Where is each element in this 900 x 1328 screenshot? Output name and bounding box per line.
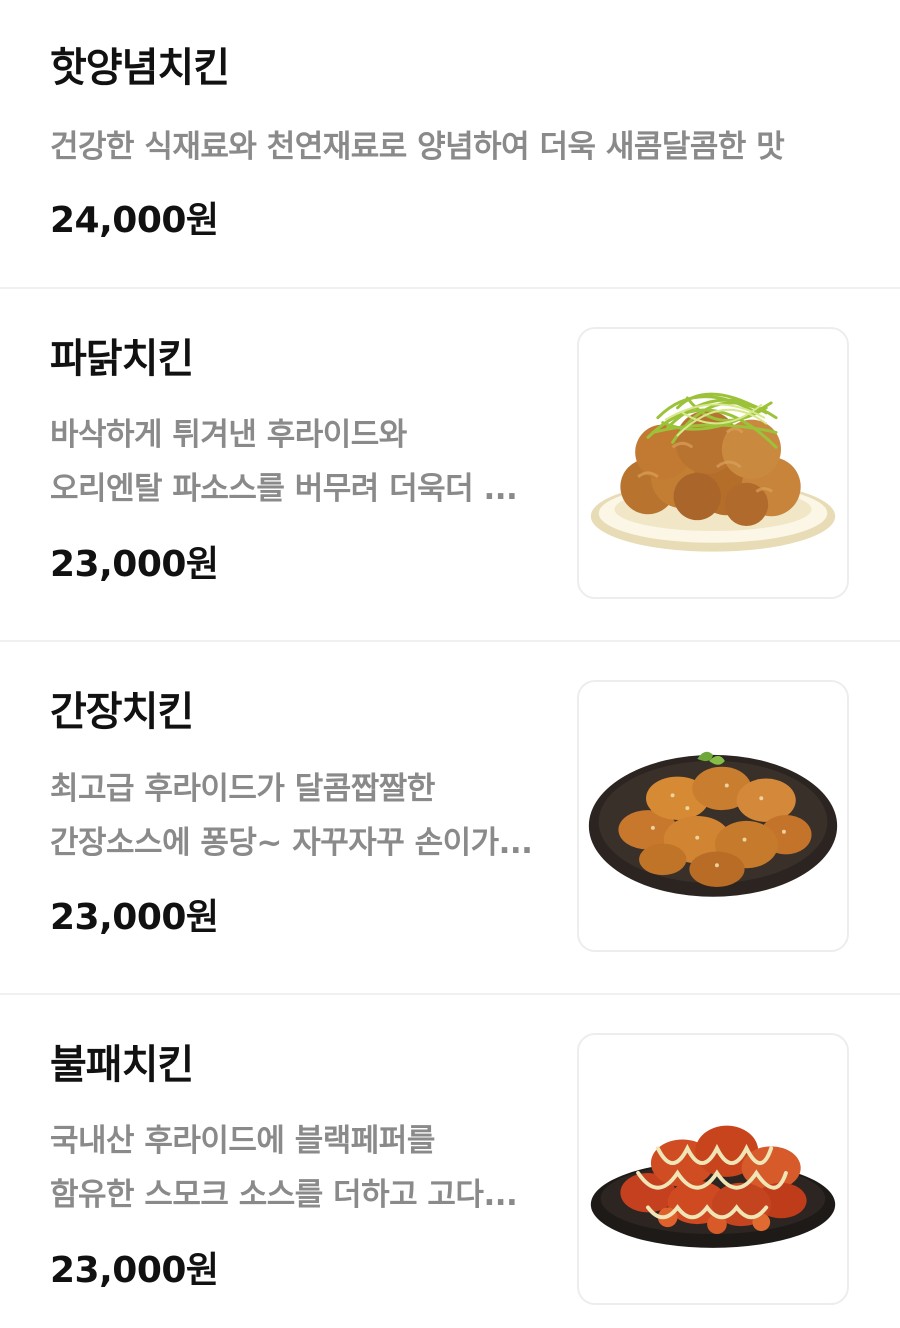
bulpae-chicken-image (590, 1125, 836, 1248)
menu-item-name: 간장치킨 (50, 689, 194, 735)
description-line: 오리엔탈 파소스를 버무려 더욱더 ... (50, 471, 518, 507)
menu-item-description: 건강한 식재료와 천연재료로 양념하여 더욱 새콤달콤한 맛 (50, 120, 850, 174)
menu-item-price: 23,000원 (50, 544, 219, 585)
menu-item-name: 불패치킨 (50, 1042, 194, 1088)
menu-item-hot-yangnyeom[interactable]: 핫양념치킨 건강한 식재료와 천연재료로 양념하여 더욱 새콤달콤한 맛 24,… (0, 0, 900, 289)
description-line: 함유한 스모크 소스를 더하고 고다... (50, 1177, 518, 1213)
menu-item-thumbnail[interactable] (577, 680, 849, 952)
menu-item-price: 23,000원 (50, 897, 219, 938)
menu-item-thumbnail[interactable] (577, 327, 849, 599)
description-line: 건강한 식재료와 천연재료로 양념하여 더욱 새콤달콤한 맛 (50, 129, 785, 165)
menu-item-name: 핫양념치킨 (50, 45, 230, 91)
menu-item-description: 국내산 후라이드에 블랙페퍼를 함유한 스모크 소스를 더하고 고다... (50, 1114, 550, 1222)
description-line: 바삭하게 튀겨낸 후라이드와 (50, 417, 407, 453)
description-line: 간장소스에 퐁당~ 자꾸자꾸 손이가... (50, 825, 533, 861)
menu-list: 핫양념치킨 건강한 식재료와 천연재료로 양념하여 더욱 새콤달콤한 맛 24,… (0, 0, 900, 1328)
menu-item-bulpae[interactable]: 불패치킨 국내산 후라이드에 블랙페퍼를 함유한 스모크 소스를 더하고 고다.… (0, 995, 900, 1328)
menu-item-price: 24,000원 (50, 200, 219, 241)
menu-item-description: 최고급 후라이드가 달콤짭짤한 간장소스에 퐁당~ 자꾸자꾸 손이가... (50, 762, 550, 870)
description-line: 최고급 후라이드가 달콤짭짤한 (50, 771, 435, 807)
menu-item-thumbnail[interactable] (577, 1033, 849, 1305)
description-line: 국내산 후라이드에 블랙페퍼를 (50, 1123, 435, 1159)
menu-item-price: 23,000원 (50, 1250, 219, 1291)
padak-chicken-image (590, 392, 836, 552)
ganjang-chicken-image (588, 751, 838, 897)
menu-item-ganjang[interactable]: 간장치킨 최고급 후라이드가 달콤짭짤한 간장소스에 퐁당~ 자꾸자꾸 손이가.… (0, 642, 900, 995)
menu-item-description: 바삭하게 튀겨낸 후라이드와 오리엔탈 파소스를 버무려 더욱더 ... (50, 408, 550, 516)
menu-item-name: 파닭치킨 (50, 336, 194, 382)
menu-item-padak[interactable]: 파닭치킨 바삭하게 튀겨낸 후라이드와 오리엔탈 파소스를 버무려 더욱더 ..… (0, 289, 900, 642)
